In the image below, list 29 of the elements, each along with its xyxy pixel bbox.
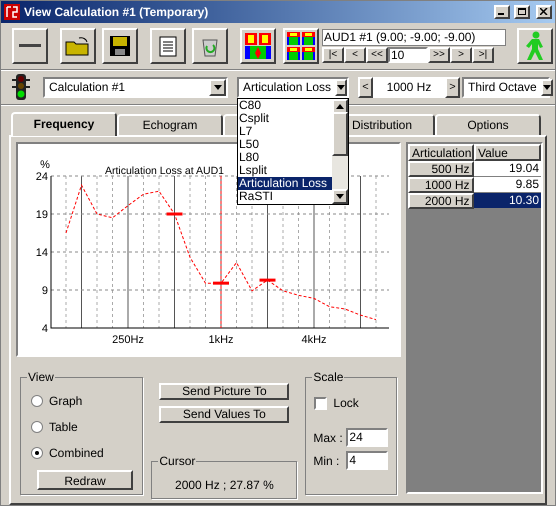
axis-label: % [40, 159, 50, 171]
field-label: Max : [313, 430, 344, 446]
window-title: View Calculation #1 (Temporary) [24, 4, 210, 21]
y-tick-label: 24 [36, 171, 48, 183]
combo-value: Calculation #1 [48, 79, 126, 96]
y-tick-label: 19 [36, 209, 48, 221]
group-title: Scale [312, 370, 344, 384]
column-header: Value [474, 144, 541, 161]
row-header: 500 Hz [408, 161, 474, 177]
row-header: 1000 Hz [408, 177, 474, 193]
y-tick-label: 4 [42, 323, 48, 335]
radio-label: Table [49, 419, 78, 436]
field-label: Min : [313, 452, 340, 470]
radio-label: Combined [49, 445, 104, 462]
combo-value: Third Octave [467, 79, 538, 96]
column-header: Articulation [408, 144, 474, 161]
chart-title: Articulation Loss at AUD1 [104, 165, 224, 177]
cursor-reading: 2000 Hz ; 27.87 % [174, 477, 275, 494]
x-tick-label: 250Hz [112, 334, 144, 346]
radio-label: Graph [49, 393, 82, 410]
group-title: Cursor [158, 454, 196, 468]
group-title: View [27, 370, 55, 384]
x-tick-label: 4kHz [301, 334, 327, 346]
checkbox-label: Lock [333, 395, 359, 412]
y-tick-label: 14 [36, 247, 48, 259]
y-tick-label: 9 [42, 285, 48, 297]
row-header: 2000 Hz [408, 193, 474, 209]
combo-value: Articulation Loss [242, 79, 332, 96]
x-tick-label: 1kHz [208, 334, 234, 346]
